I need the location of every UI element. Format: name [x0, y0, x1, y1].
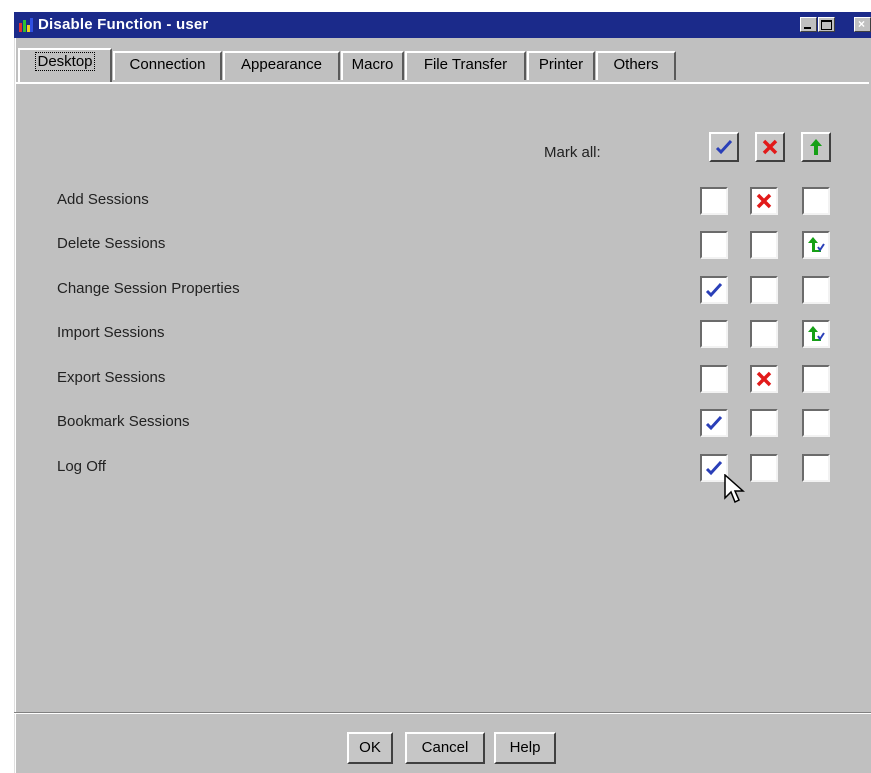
- revert-arrow-icon: [807, 236, 825, 254]
- mouse-cursor-icon: [724, 474, 745, 504]
- default-checkbox[interactable]: [802, 187, 830, 215]
- disable-checkbox[interactable]: [750, 454, 778, 482]
- enable-checkbox[interactable]: [700, 320, 728, 348]
- check-icon: [705, 415, 723, 431]
- tab-desktop[interactable]: Desktop: [18, 48, 112, 82]
- minimize-button[interactable]: [800, 17, 817, 32]
- default-checkbox[interactable]: [802, 454, 830, 482]
- close-button[interactable]: ×: [854, 17, 871, 32]
- function-label: Change Session Properties: [57, 280, 240, 297]
- tab-label: Desktop: [35, 52, 95, 71]
- maximize-button[interactable]: [818, 17, 835, 32]
- mark-all-arrow-button[interactable]: [801, 132, 831, 162]
- tab-appearance[interactable]: Appearance: [223, 51, 340, 80]
- disable-checkbox[interactable]: [750, 365, 778, 393]
- function-label: Add Sessions: [57, 191, 149, 208]
- app-icon: [19, 18, 33, 32]
- enable-checkbox[interactable]: [700, 187, 728, 215]
- maximize-icon: [821, 20, 832, 30]
- up-arrow-icon: [810, 139, 822, 155]
- function-label: Import Sessions: [57, 324, 165, 341]
- tab-label: Appearance: [241, 56, 322, 73]
- default-checkbox[interactable]: [802, 365, 830, 393]
- x-icon: [762, 139, 778, 155]
- desktop-tab-panel: [16, 82, 869, 714]
- function-label: Log Off: [57, 458, 106, 475]
- default-checkbox[interactable]: [802, 320, 830, 348]
- function-label: Delete Sessions: [57, 235, 166, 252]
- tab-others[interactable]: Others: [596, 51, 676, 80]
- tab-label: File Transfer: [423, 56, 508, 73]
- check-icon: [705, 460, 723, 476]
- x-icon: [756, 193, 772, 209]
- default-checkbox[interactable]: [802, 231, 830, 259]
- tab-macro[interactable]: Macro: [341, 51, 404, 80]
- disable-checkbox[interactable]: [750, 320, 778, 348]
- disable-checkbox[interactable]: [750, 187, 778, 215]
- mark-all-cross-button[interactable]: [755, 132, 785, 162]
- enable-checkbox[interactable]: [700, 365, 728, 393]
- tab-label: Connection: [129, 56, 206, 73]
- tab-strip: Desktop Connection Appearance Macro File Tra…: [14, 48, 871, 84]
- help-button[interactable]: Help: [494, 732, 556, 764]
- default-checkbox[interactable]: [802, 276, 830, 304]
- mark-all-check-button[interactable]: [709, 132, 739, 162]
- window-title: Disable Function - user: [38, 16, 209, 33]
- tab-printer[interactable]: Printer: [527, 51, 595, 80]
- tab-connection[interactable]: Connection: [113, 51, 222, 80]
- cancel-button[interactable]: Cancel: [405, 732, 485, 764]
- function-label: Bookmark Sessions: [57, 413, 190, 430]
- title-bar[interactable]: Disable Function - user ×: [14, 12, 871, 38]
- footer-separator: [14, 712, 871, 714]
- tab-label: Macro: [351, 56, 394, 73]
- disable-checkbox[interactable]: [750, 409, 778, 437]
- minimize-icon: [804, 27, 811, 29]
- x-icon: [756, 371, 772, 387]
- disable-checkbox[interactable]: [750, 231, 778, 259]
- disable-checkbox[interactable]: [750, 276, 778, 304]
- enable-checkbox[interactable]: [700, 231, 728, 259]
- check-icon: [705, 282, 723, 298]
- default-checkbox[interactable]: [802, 409, 830, 437]
- enable-checkbox[interactable]: [700, 409, 728, 437]
- check-icon: [715, 139, 733, 155]
- revert-arrow-icon: [807, 325, 825, 343]
- mark-all-label: Mark all:: [544, 144, 601, 161]
- disable-function-dialog: Disable Function - user × Desktop Connect…: [14, 12, 871, 773]
- ok-button[interactable]: OK: [347, 732, 393, 764]
- enable-checkbox[interactable]: [700, 276, 728, 304]
- tab-file-transfer[interactable]: File Transfer: [405, 51, 526, 80]
- tab-label: Others: [613, 56, 659, 73]
- function-label: Export Sessions: [57, 369, 166, 386]
- close-icon: ×: [858, 17, 866, 31]
- tab-label: Printer: [538, 56, 584, 73]
